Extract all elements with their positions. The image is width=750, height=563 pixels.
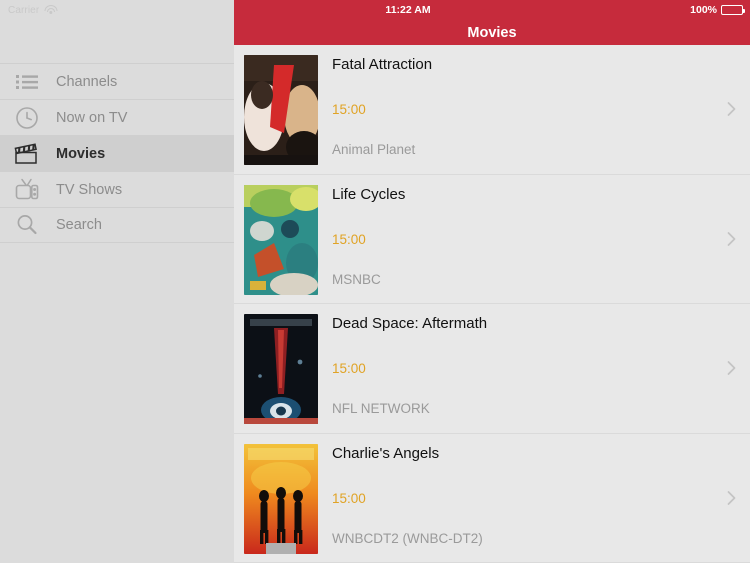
chevron-right-icon[interactable] [727, 361, 736, 376]
life-cycles-poster [244, 184, 318, 295]
sidebar: Carrier Channels Now on TV Movies TV Sho… [0, 0, 234, 563]
main-content: 11:22 AM 100% Movies Fatal Attraction 15… [234, 0, 750, 563]
chevron-right-icon[interactable] [727, 490, 736, 505]
movie-channel: MSNBC [332, 271, 381, 287]
sidebar-item-now-on-tv[interactable]: Now on TV [0, 99, 234, 135]
fatal-attraction-poster [244, 55, 318, 165]
sidebar-item-label: Movies [56, 145, 106, 162]
movie-channel: Animal Planet [332, 142, 416, 157]
sidebar-item-label: TV Shows [56, 181, 123, 198]
list-item[interactable]: Dead Space: Aftermath 15:00 NFL NETWORK [234, 304, 750, 434]
list-item-text: Dead Space: Aftermath 15:00 NFL NETWORK [318, 304, 750, 433]
status-bar-right: 100% [690, 0, 746, 20]
navigation-bar: 11:22 AM 100% Movies [234, 0, 750, 45]
clapperboard-icon [12, 139, 42, 169]
sidebar-item-search[interactable]: Search [0, 207, 234, 243]
sidebar-item-label: Now on TV [56, 109, 128, 126]
movie-time: 15:00 [332, 361, 366, 376]
list-item[interactable]: Charlie's Angels 15:00 WNBCDT2 (WNBC-DT2… [234, 434, 750, 563]
dead-space-aftermath-poster [244, 314, 318, 424]
charlies-angels-poster [244, 443, 318, 554]
sidebar-item-movies[interactable]: Movies [0, 135, 234, 171]
sidebar-nav: Channels Now on TV Movies TV Shows Searc… [0, 63, 234, 243]
movie-channel: NFL NETWORK [332, 401, 430, 416]
page-title: Movies [467, 24, 517, 41]
list-item[interactable]: Fatal Attraction 15:00 Animal Planet [234, 45, 750, 175]
movie-title: Fatal Attraction [332, 56, 433, 73]
movie-time: 15:00 [332, 102, 366, 117]
movie-title: Life Cycles [332, 185, 406, 203]
movie-channel: WNBCDT2 (WNBC-DT2) [332, 530, 483, 546]
list-icon [12, 67, 42, 97]
carrier-label: Carrier [8, 4, 40, 16]
chevron-right-icon[interactable] [727, 231, 736, 246]
list-item-text: Charlie's Angels 15:00 WNBCDT2 (WNBC-DT2… [318, 434, 750, 563]
list-item[interactable]: Life Cycles 15:00 MSNBC [234, 175, 750, 304]
app-root: Carrier Channels Now on TV Movies TV Sho… [0, 0, 750, 563]
status-time: 11:22 AM [385, 4, 431, 16]
sidebar-status-bar: Carrier [0, 0, 234, 20]
list-item-text: Life Cycles 15:00 MSNBC [318, 175, 750, 304]
sidebar-item-label: Channels [56, 73, 118, 90]
wifi-icon [44, 5, 58, 15]
battery-percent-label: 100% [690, 4, 717, 16]
movies-list[interactable]: Fatal Attraction 15:00 Animal Planet Lif… [234, 45, 750, 563]
movie-time: 15:00 [332, 231, 366, 247]
sidebar-item-channels[interactable]: Channels [0, 63, 234, 99]
battery-full-icon [721, 5, 746, 15]
television-icon [12, 175, 42, 205]
movie-title: Dead Space: Aftermath [332, 315, 488, 332]
chevron-right-icon[interactable] [727, 102, 736, 117]
movie-time: 15:00 [332, 490, 366, 506]
list-item-text: Fatal Attraction 15:00 Animal Planet [318, 45, 750, 174]
sidebar-item-tv-shows[interactable]: TV Shows [0, 171, 234, 207]
sidebar-item-label: Search [56, 217, 102, 233]
status-bar: 11:22 AM 100% [234, 0, 750, 20]
clock-icon [12, 103, 42, 133]
movie-title: Charlie's Angels [332, 444, 440, 462]
search-icon [12, 210, 42, 240]
